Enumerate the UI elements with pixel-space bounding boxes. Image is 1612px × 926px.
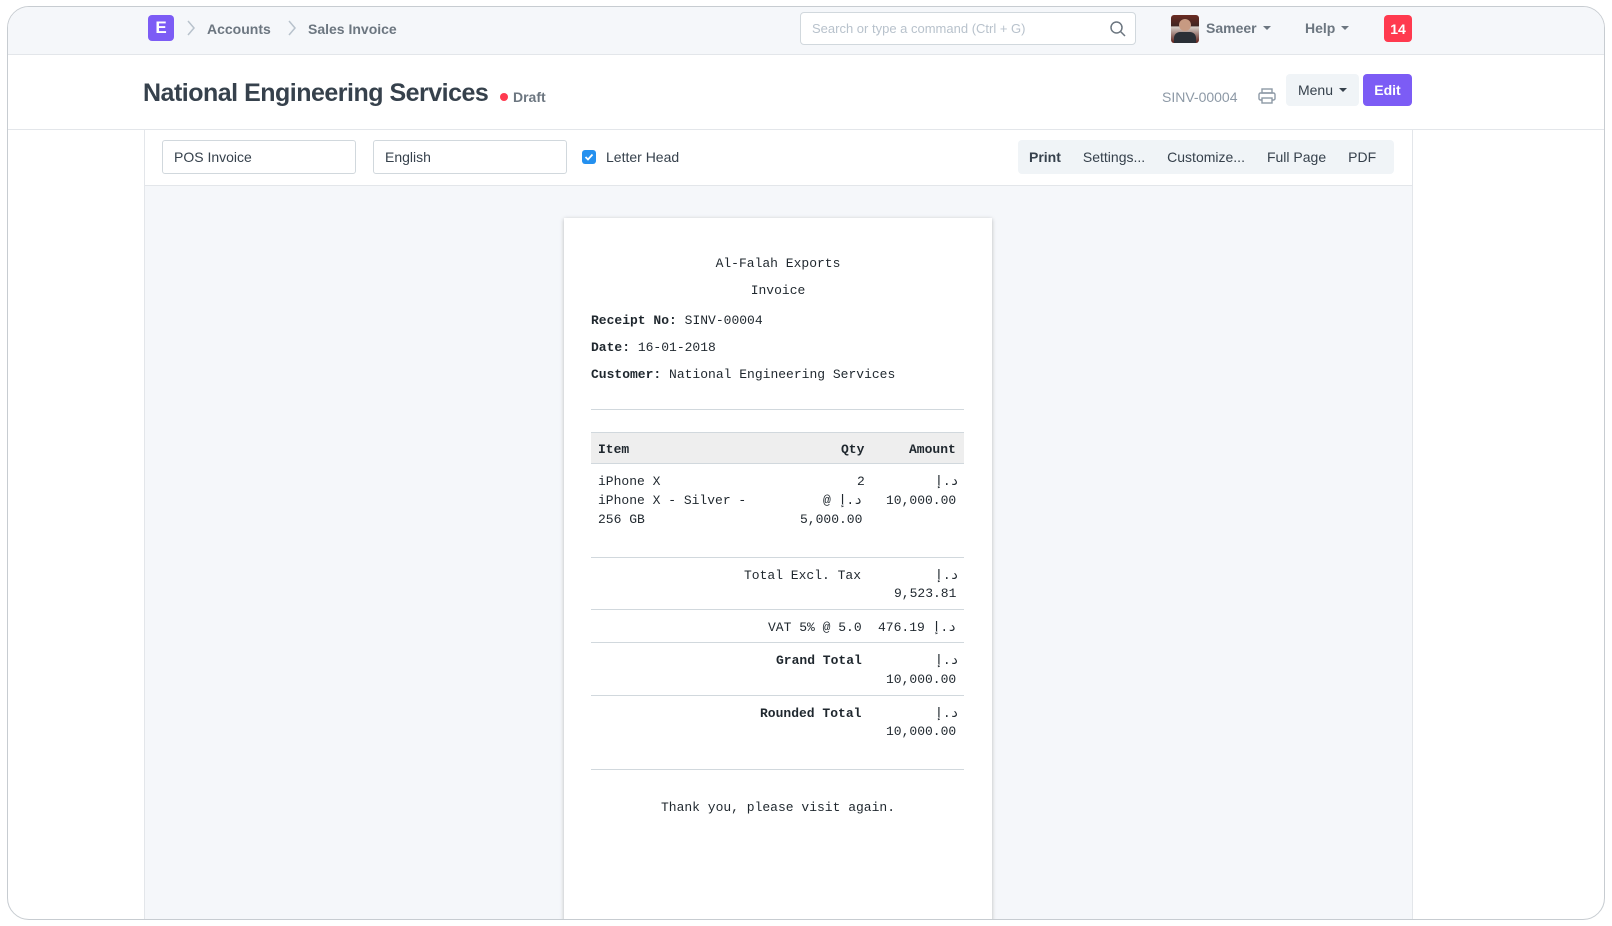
header-qty: Qty (841, 442, 865, 457)
chevron-right-icon (187, 20, 195, 36)
full-page-button[interactable]: Full Page (1256, 140, 1337, 174)
print-actions-group: Print Settings... Customize... Full Page… (1018, 140, 1394, 174)
customize-button[interactable]: Customize... (1156, 140, 1256, 174)
user-menu-dropdown[interactable]: Sameer (1206, 20, 1271, 36)
notification-badge[interactable]: 14 (1384, 15, 1412, 42)
status-badge: Draft (500, 89, 546, 105)
language-select[interactable]: English (373, 140, 567, 174)
customer-label: Customer: (591, 367, 662, 382)
user-avatar[interactable] (1171, 15, 1199, 43)
help-dropdown[interactable]: Help (1305, 20, 1350, 36)
document-type: Invoice (750, 283, 806, 298)
app-window: E Accounts Sales Invoice Sameer Help 14 … (7, 6, 1605, 920)
page-title: National Engineering Services (143, 79, 489, 107)
item-name: iPhone X (598, 474, 661, 489)
edit-button[interactable]: Edit (1363, 74, 1412, 106)
item-rate-prefix: @ د.إ (823, 493, 863, 508)
search-input[interactable] (800, 12, 1136, 45)
navbar: E Accounts Sales Invoice Sameer Help 14 (8, 7, 1604, 55)
app-logo[interactable]: E (148, 15, 174, 41)
menu-button[interactable]: Menu (1286, 74, 1359, 106)
date-label: Date: (591, 340, 631, 355)
vat-value: 476.19 د.إ (878, 620, 957, 635)
chevron-right-icon (288, 20, 296, 36)
total-excl-value: 9,523.81 (894, 586, 957, 601)
total-excl-label: Total Excl. Tax (744, 568, 862, 583)
receipt-footer: Thank you, please visit again. (660, 800, 896, 815)
rounded-total-label: Rounded Total (760, 706, 862, 721)
letter-head-checkbox[interactable] (582, 150, 596, 164)
print-preview-area: POS Invoice English Letter Head Print Se… (144, 130, 1413, 919)
status-dot-icon (500, 93, 508, 101)
grand-total-label: Grand Total (776, 653, 862, 668)
grand-total-currency: د.إ (935, 653, 959, 668)
item-description-cont: 256 GB (598, 512, 645, 527)
table-header: Item Qty Amount (591, 432, 964, 464)
document-id: SINV-00004 (1162, 89, 1238, 105)
customer-value: National Engineering Services (669, 367, 896, 382)
print-toolbar: POS Invoice English Letter Head Print Se… (145, 130, 1412, 186)
header-item: Item (598, 442, 630, 457)
letter-head-label: Letter Head (606, 149, 680, 165)
receipt-no-label: Receipt No: (591, 313, 677, 328)
item-rate: 5,000.00 (800, 512, 863, 527)
receipt-sheet: Al-Falah Exports Invoice Receipt No: SIN… (564, 218, 992, 919)
menu-label: Menu (1297, 82, 1334, 98)
divider (591, 642, 964, 643)
caret-down-icon (1339, 88, 1348, 92)
divider (591, 769, 964, 770)
breadcrumb-accounts[interactable]: Accounts (207, 21, 271, 37)
date-row: Date: 16-01-2018 (591, 340, 716, 355)
search-icon (1110, 21, 1126, 37)
status-label: Draft (513, 89, 546, 105)
rounded-total-currency: د.إ (935, 706, 959, 721)
rounded-total-value: 10,000.00 (886, 724, 957, 739)
printer-icon[interactable] (1258, 88, 1276, 104)
divider (591, 609, 964, 610)
receipt-no-value: SINV-00004 (684, 313, 763, 328)
grand-total-value: 10,000.00 (886, 672, 957, 687)
caret-down-icon (1262, 26, 1271, 30)
header-amount: Amount (909, 442, 956, 457)
user-name: Sameer (1206, 20, 1257, 36)
caret-down-icon (1341, 26, 1350, 30)
company-name: Al-Falah Exports (715, 256, 841, 271)
breadcrumb-sales-invoice[interactable]: Sales Invoice (308, 21, 397, 37)
help-label: Help (1305, 20, 1336, 36)
print-button[interactable]: Print (1018, 140, 1072, 174)
total-excl-currency: د.إ (935, 568, 959, 583)
item-currency: د.إ (935, 474, 959, 489)
item-amount: 10,000.00 (886, 493, 957, 508)
divider (591, 695, 964, 696)
receipt-no-row: Receipt No: SINV-00004 (591, 313, 763, 328)
divider (591, 557, 964, 558)
item-description: iPhone X - Silver - (598, 493, 747, 508)
check-icon (584, 153, 594, 161)
print-format-select[interactable]: POS Invoice (162, 140, 356, 174)
date-value: 16-01-2018 (637, 340, 716, 355)
page-head: National Engineering Services Draft SINV… (8, 55, 1604, 130)
divider (591, 409, 964, 410)
item-qty: 2 (857, 474, 865, 489)
settings-button[interactable]: Settings... (1072, 140, 1156, 174)
customer-row: Customer: National Engineering Services (591, 367, 895, 382)
pdf-button[interactable]: PDF (1337, 140, 1387, 174)
vat-label: VAT 5% @ 5.0 (768, 620, 862, 635)
